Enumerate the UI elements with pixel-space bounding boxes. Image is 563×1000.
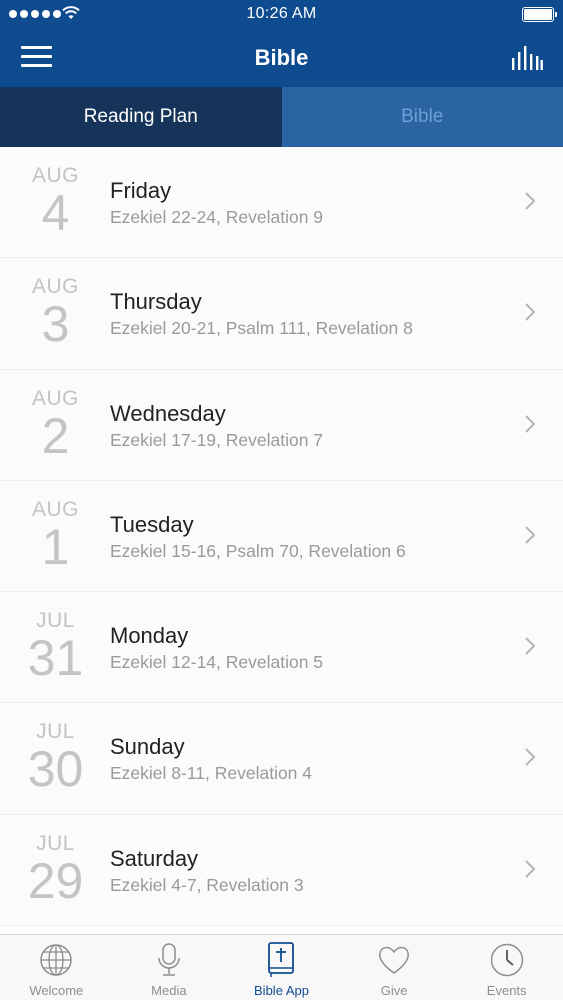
clock-icon [490, 943, 523, 977]
date-day: 29 [27, 852, 84, 909]
date-day: 3 [41, 296, 70, 353]
reading-passages: Ezekiel 8-11, Revelation 4 [110, 763, 313, 784]
segment-tabs: Reading Plan Bible [0, 87, 563, 147]
navigation-bar: Bible [0, 30, 563, 87]
reading-passages: Ezekiel 17-19, Revelation 7 [110, 429, 324, 450]
list-item[interactable]: AUG 2 Wednesday Ezekiel 17-19, Revelatio… [0, 369, 563, 481]
status-time: 10:26 AM [246, 5, 317, 22]
weekday-label: Thursday [110, 289, 202, 315]
audio-bars-icon[interactable] [511, 44, 543, 72]
globe-icon [40, 944, 73, 976]
date-day: 1 [41, 518, 70, 575]
chevron-right-icon [525, 748, 536, 767]
reading-passages: Ezekiel 4-7, Revelation 3 [110, 874, 304, 895]
battery-icon [522, 7, 557, 22]
weekday-label: Tuesday [110, 511, 194, 537]
weekday-label: Wednesday [110, 400, 226, 426]
list-item[interactable]: JUL 29 Saturday Ezekiel 4-7, Revelation … [0, 814, 563, 927]
chevron-right-icon [525, 526, 536, 544]
weekday-label: Sunday [110, 734, 185, 760]
chevron-right-icon [525, 860, 536, 878]
list-item[interactable]: AUG 4 Friday Ezekiel 22-24, Revelation 9 [0, 147, 563, 259]
tabbar-item-events[interactable]: Events [450, 935, 563, 1000]
tabbar-label: Media [151, 983, 187, 998]
reading-plan-list: AUG 4 Friday Ezekiel 22-24, Revelation 9… [0, 147, 563, 934]
weekday-label: Saturday [110, 845, 199, 871]
tabbar-label: Give [380, 983, 408, 998]
date-block: AUG 1 [0, 497, 111, 573]
tabbar-item-bible-app[interactable]: Bible App [225, 935, 338, 1000]
tabbar-item-welcome[interactable]: Welcome [0, 935, 113, 1000]
chevron-right-icon [525, 192, 536, 210]
list-item[interactable]: JUL 30 Sunday Ezekiel 8-11, Revelation 4 [0, 703, 563, 815]
tabbar-label: Events [486, 983, 527, 998]
bible-icon [268, 942, 295, 977]
microphone-icon [158, 943, 180, 976]
date-day: 31 [27, 630, 84, 687]
date-day: 2 [41, 407, 70, 464]
date-block: AUG 3 [0, 274, 111, 350]
tabbar-item-media[interactable]: Media [113, 935, 226, 1000]
chevron-right-icon [525, 303, 536, 322]
tabbar-label: Welcome [29, 983, 84, 998]
date-day: 4 [41, 185, 70, 241]
tabbar-label: Bible App [254, 983, 309, 998]
chevron-right-icon [525, 637, 536, 655]
date-block: JUL 30 [0, 719, 111, 795]
page-title: Bible [254, 45, 309, 70]
date-block: AUG 4 [0, 163, 111, 239]
list-item[interactable]: AUG 1 Tuesday Ezekiel 15-16, Psalm 70, R… [0, 480, 563, 593]
reading-passages: Ezekiel 20-21, Psalm 111, Revelation 8 [110, 318, 413, 339]
weekday-label: Friday [110, 178, 172, 203]
date-block: JUL 31 [0, 608, 111, 684]
date-block: JUL 29 [0, 831, 111, 907]
chevron-right-icon [525, 414, 536, 433]
reading-passages: Ezekiel 15-16, Psalm 70, Revelation 6 [110, 540, 406, 561]
reading-passages: Ezekiel 22-24, Revelation 9 [110, 207, 324, 227]
list-item[interactable]: AUG 3 Thursday Ezekiel 20-21, Psalm 111,… [0, 258, 563, 370]
header: 10:26 AM Bible [0, 0, 563, 87]
tabbar-item-give[interactable]: Give [338, 935, 451, 1000]
reading-passages: Ezekiel 12-14, Revelation 5 [110, 652, 324, 673]
weekday-label: Monday [110, 623, 189, 649]
date-block: AUG 2 [0, 386, 111, 462]
tab-bible[interactable]: Bible [281, 87, 563, 147]
date-day: 30 [27, 741, 84, 798]
list-item[interactable]: JUL 31 Monday Ezekiel 12-14, Revelation … [0, 592, 563, 704]
bottom-tab-bar: Welcome Media Bible App Give Events [0, 934, 563, 1000]
heart-icon [379, 946, 410, 974]
status-bar: 10:26 AM [0, 0, 563, 30]
tab-reading-plan[interactable]: Reading Plan [0, 87, 282, 147]
